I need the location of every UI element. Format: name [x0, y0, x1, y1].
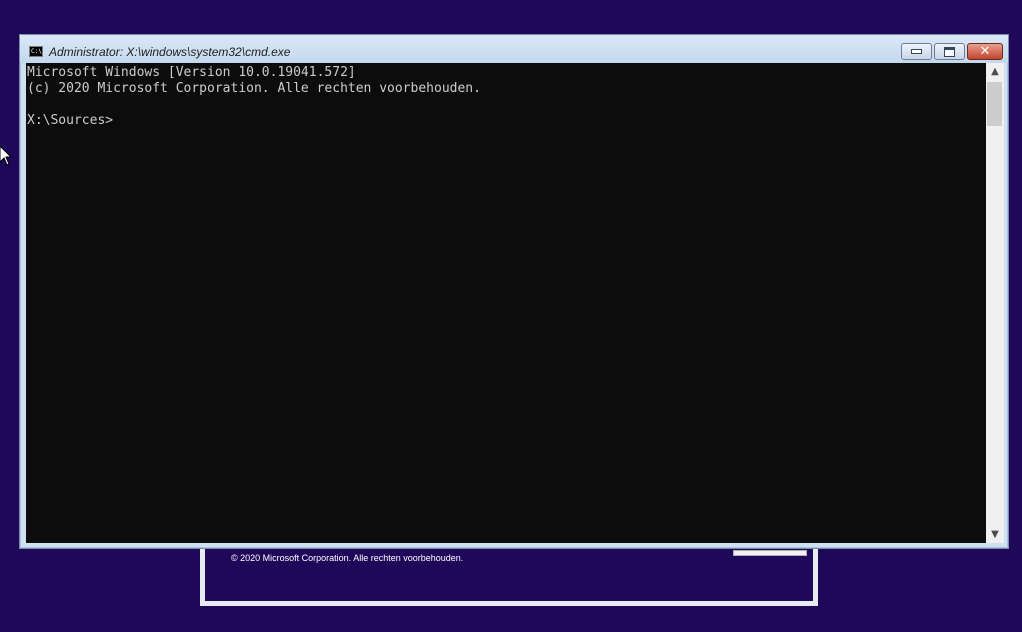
setup-copyright-text: © 2020 Microsoft Corporation. Alle recht…: [231, 553, 464, 563]
console-line-copyright: (c) 2020 Microsoft Corporation. Alle rec…: [27, 81, 481, 96]
cmd-app-icon[interactable]: C:\: [29, 46, 43, 57]
cmd-app-icon-label: C:\: [31, 48, 42, 55]
setup-dialog-button[interactable]: [733, 550, 807, 556]
maximize-icon: [944, 46, 955, 57]
minimize-icon: [911, 49, 922, 54]
minimize-button[interactable]: [901, 43, 932, 60]
mouse-cursor-icon: [0, 146, 12, 166]
title-bar[interactable]: C:\ Administrator: X:\windows\system32\c…: [20, 35, 1008, 63]
scroll-thumb[interactable]: [987, 82, 1002, 126]
console-line-version: Microsoft Windows [Version 10.0.19041.57…: [27, 65, 356, 80]
close-button[interactable]: ✕: [967, 43, 1003, 60]
scroll-down-button[interactable]: ▼: [986, 526, 1004, 543]
chevron-down-icon: ▼: [991, 529, 999, 540]
cmd-window[interactable]: C:\ Administrator: X:\windows\system32\c…: [19, 34, 1009, 549]
scroll-up-button[interactable]: ▲: [986, 63, 1004, 80]
console-prompt[interactable]: X:\Sources>: [27, 113, 113, 128]
close-icon: ✕: [979, 44, 991, 59]
maximize-button[interactable]: [934, 43, 965, 60]
vertical-scrollbar[interactable]: ▲ ▼: [986, 63, 1004, 543]
chevron-up-icon: ▲: [991, 66, 999, 77]
window-title: Administrator: X:\windows\system32\cmd.e…: [49, 45, 291, 59]
console-output[interactable]: Microsoft Windows [Version 10.0.19041.57…: [26, 63, 986, 543]
